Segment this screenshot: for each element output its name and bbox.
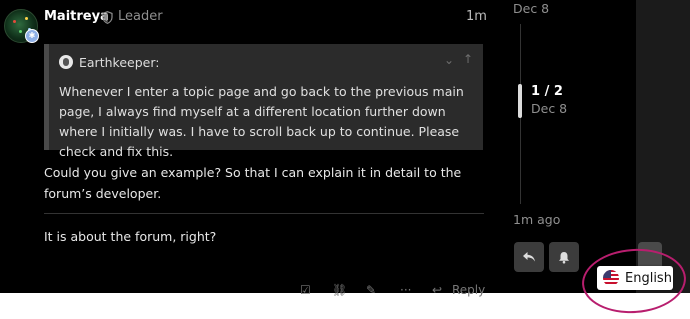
reply-topic-button[interactable] [514,242,544,272]
timeline-position: 1 / 2 [531,84,563,99]
edit-icon[interactable]: ✎ [366,283,376,297]
quote-author: Earthkeeper: [79,55,160,70]
timeline-handle[interactable] [518,84,522,118]
link-icon[interactable]: ⛓ [332,283,347,297]
quote-avatar [59,55,73,69]
quote-block: Earthkeeper: ⌄ ↑ Whenever I enter a topi… [44,44,483,159]
more-icon[interactable]: ··· [400,283,411,297]
post-body: Could you give an example? So that I can… [44,165,462,201]
next-post-text: It is about the forum, right? [44,229,217,244]
flair-badge-icon: ✱ [25,29,39,43]
user-role: Leader [118,9,163,24]
timeline-start-date[interactable]: Dec 8 [513,1,549,16]
bell-icon [559,251,569,263]
reply-button[interactable]: Reply [452,283,485,297]
post-time[interactable]: 1m [466,9,487,24]
quote-text: Whenever I enter a topic page and go bac… [59,84,464,159]
reply-icon [523,252,535,262]
post-username[interactable]: Maitreya [44,9,109,24]
shield-icon [102,11,113,24]
checkbox-icon[interactable]: ☑ [300,283,311,297]
chevron-down-icon[interactable]: ⌄ [444,53,454,67]
timeline-position-date: Dec 8 [531,101,568,116]
notification-button[interactable] [549,242,579,272]
post-divider [44,213,484,214]
timeline-last-activity[interactable]: 1m ago [513,212,560,227]
reply-icon[interactable]: ↩ [432,283,442,297]
arrow-up-icon[interactable]: ↑ [463,52,473,66]
